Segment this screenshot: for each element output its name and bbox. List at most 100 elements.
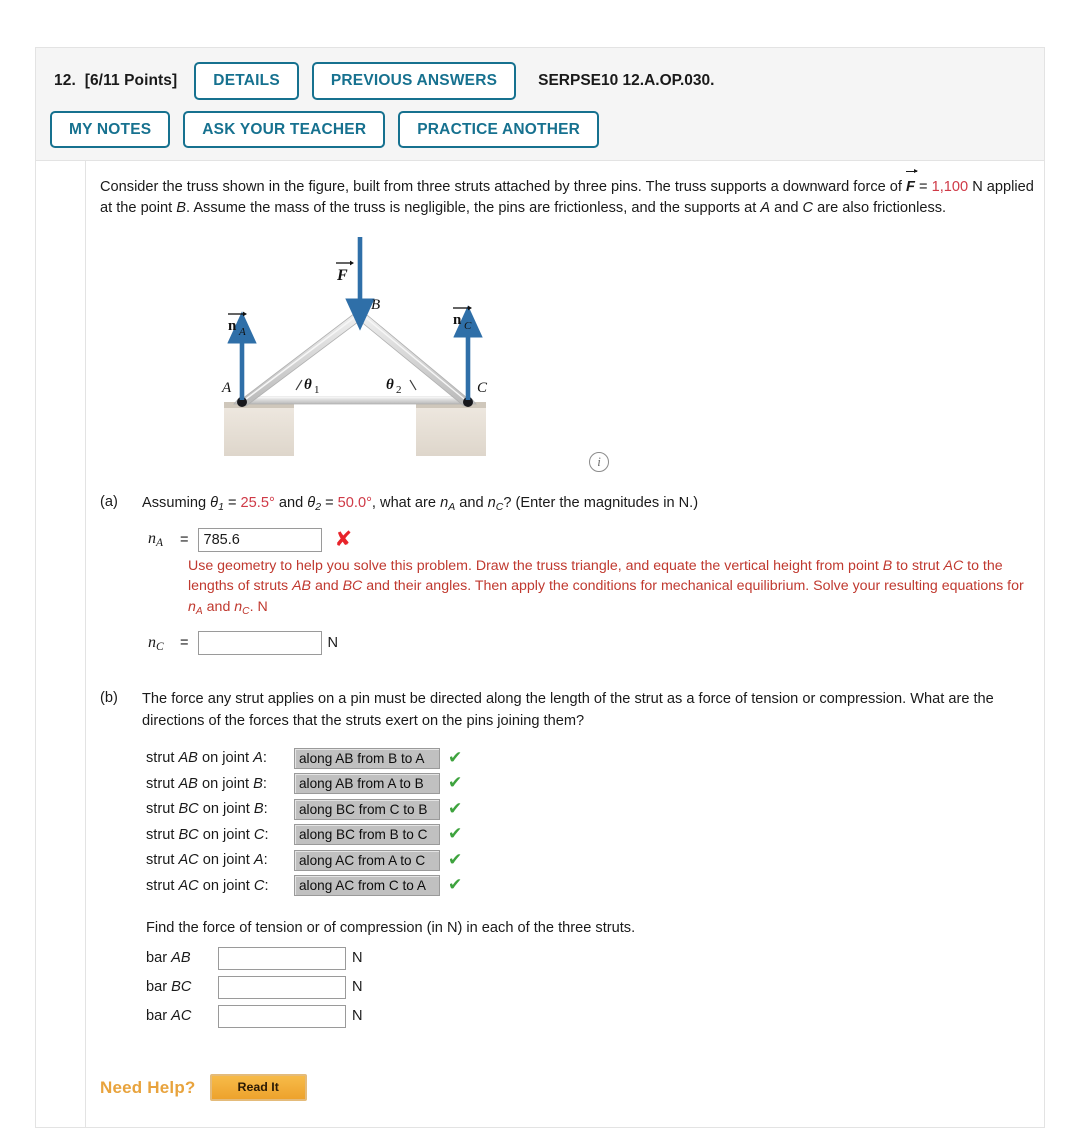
- label-point-b: B: [371, 297, 380, 313]
- label-force-f: F: [336, 261, 354, 284]
- strut-ac-joint-c-label: strut AC on joint C:: [146, 877, 269, 894]
- read-it-button[interactable]: Read It: [209, 1073, 307, 1102]
- strut-bc-joint-b-label: strut BC on joint B:: [146, 801, 268, 818]
- label-point-a: A: [221, 380, 232, 396]
- angle-theta1-tick: [295, 380, 303, 391]
- force-value: 1,100: [931, 179, 969, 195]
- list-item: strut BC on joint B: along BC from C to …: [142, 797, 1034, 822]
- label-normal-force-a: n A: [228, 312, 247, 338]
- pin-b: [354, 308, 366, 319]
- svg-text:θ: θ: [304, 377, 312, 393]
- strut-ab-joint-a-select[interactable]: along AB from B to A: [294, 747, 440, 769]
- bar-ac-label: bar AC: [146, 1008, 192, 1025]
- correct-icon: ✔: [448, 875, 463, 896]
- na-input[interactable]: [197, 527, 322, 552]
- list-item: strut BC on joint C: along BC from B to …: [142, 822, 1034, 847]
- need-help-section: Need Help? Read It: [100, 1073, 1034, 1102]
- svg-text:n: n: [228, 318, 237, 334]
- practice-another-button[interactable]: PRACTICE ANOTHER: [398, 110, 600, 148]
- statement-text-part1: Consider the truss shown in the figure, …: [100, 179, 907, 195]
- ask-your-teacher-button[interactable]: ASK YOUR TEACHER: [183, 110, 386, 148]
- strut-ab-joint-a-label: strut AB on joint A:: [146, 750, 267, 767]
- strut-direction-list: strut AB on joint A: along AB from B to …: [142, 746, 1034, 898]
- correct-icon: ✔: [448, 849, 463, 870]
- details-button[interactable]: DETAILS: [194, 62, 299, 100]
- label-point-c: C: [477, 380, 488, 396]
- angle-theta2-tick: [409, 380, 417, 391]
- list-item: strut AC on joint C: along AC from C to …: [142, 873, 1034, 898]
- svg-text:2: 2: [396, 384, 402, 396]
- label-theta2: θ 2: [386, 377, 402, 396]
- strut-bc-joint-c-label: strut BC on joint C:: [146, 826, 269, 843]
- label-theta1: θ 1: [304, 377, 320, 396]
- bar-ab-input[interactable]: [218, 946, 346, 970]
- find-force-instruction: Find the force of tension or of compress…: [146, 919, 636, 936]
- na-symbol: nA: [148, 530, 164, 550]
- part-a-feedback: Use geometry to help you solve this prob…: [188, 556, 1034, 620]
- svg-text:θ: θ: [386, 377, 394, 393]
- correct-icon: ✔: [448, 798, 463, 819]
- previous-answers-button[interactable]: PREVIOUS ANSWERS: [311, 62, 517, 100]
- strut-ab-joint-b-label: strut AB on joint B:: [146, 775, 267, 792]
- statement-equals: =: [914, 179, 932, 195]
- correct-icon: ✔: [448, 824, 463, 845]
- my-notes-button[interactable]: MY NOTES: [50, 110, 171, 148]
- strut-bc-joint-b-select[interactable]: along BC from C to B: [294, 798, 440, 820]
- bar-ac-input[interactable]: [218, 1004, 346, 1028]
- strut-ab: [237, 309, 367, 407]
- list-item: strut AC on joint A: along AC from A to …: [142, 848, 1034, 873]
- textbook-reference-code: SERPSE10 12.A.OP.030.: [538, 71, 715, 89]
- strut-ac-joint-a-select[interactable]: along AC from A to C: [294, 849, 440, 871]
- force-unit: N: [968, 179, 983, 195]
- truss-diagram: A B C F n A n C θ 1 θ 2: [220, 234, 490, 457]
- truss-svg: A B C F n A n C θ 1 θ 2: [221, 237, 488, 457]
- header-row-secondary: MY NOTES ASK YOUR TEACHER PRACTICE ANOTH…: [50, 110, 1030, 148]
- theta1-symbol: θ: [210, 495, 219, 512]
- svg-text:F: F: [336, 267, 348, 284]
- bar-ab-label: bar AB: [146, 950, 191, 967]
- problem-card: 12. [6/11 Points] DETAILS PREVIOUS ANSWE…: [35, 47, 1045, 1129]
- theta1-value: 25.5°: [240, 495, 275, 512]
- label-normal-force-c: n C: [453, 306, 472, 332]
- na-equals: =: [180, 531, 189, 548]
- list-item: strut AB on joint B: along AB from A to …: [142, 771, 1034, 796]
- info-icon[interactable]: i: [589, 452, 609, 473]
- theta2-symbol: θ: [307, 495, 316, 512]
- problem-statement: Consider the truss shown in the figure, …: [100, 168, 1034, 218]
- need-help-label: Need Help?: [100, 1077, 196, 1097]
- part-b-question: The force any strut applies on a pin mus…: [142, 691, 994, 729]
- svg-text:1: 1: [314, 384, 320, 396]
- list-item: bar BC N: [142, 975, 1034, 999]
- list-item: strut AB on joint A: along AB from B to …: [142, 746, 1034, 771]
- bar-bc-label: bar BC: [146, 979, 192, 996]
- strut-ac-joint-a-label: strut AC on joint A:: [146, 852, 268, 869]
- answer-row-na: nA = ✘: [142, 527, 1034, 552]
- part-a: (a) Assuming θ1 = 25.5° and θ2 = 50.0°, …: [100, 493, 1034, 656]
- correct-icon: ✔: [448, 747, 463, 768]
- bar-bc-input[interactable]: [218, 975, 346, 999]
- strut-ab-joint-b-select[interactable]: along AB from A to B: [294, 773, 440, 795]
- problem-header: 12. [6/11 Points] DETAILS PREVIOUS ANSWE…: [36, 48, 1044, 161]
- strut-ac-joint-c-select[interactable]: along AC from C to A: [294, 875, 440, 897]
- feedback-text: Use geometry to help you solve this prob…: [188, 557, 1024, 617]
- problem-body: Consider the truss shown in the figure, …: [36, 161, 1044, 1128]
- strut-bc-joint-c-select[interactable]: along BC from B to C: [294, 824, 440, 846]
- answer-row-nc: nC = N: [142, 631, 1034, 656]
- correct-icon: ✔: [448, 773, 463, 794]
- strut-ac: [233, 397, 477, 405]
- incorrect-icon: ✘: [334, 527, 353, 552]
- worksheet-page: 12. [6/11 Points] DETAILS PREVIOUS ANSWE…: [0, 0, 1080, 1141]
- svg-text:A: A: [238, 326, 246, 338]
- part-b: (b) The force any strut applies on a pin…: [100, 689, 1034, 1033]
- bar-bc-unit: N: [352, 979, 363, 996]
- problem-number-and-points: 12. [6/11 Points]: [54, 71, 178, 89]
- force-vector-symbol: F: [906, 168, 918, 198]
- bar-ab-unit: N: [352, 950, 363, 967]
- nc-unit: N: [327, 635, 339, 652]
- body-divider-rule: [85, 161, 86, 1128]
- ground-supports: [224, 402, 486, 457]
- header-row-primary: 12. [6/11 Points] DETAILS PREVIOUS ANSWE…: [50, 62, 1030, 100]
- nc-input[interactable]: [197, 631, 322, 656]
- svg-text:C: C: [464, 320, 472, 332]
- list-item: bar AB N: [142, 946, 1034, 970]
